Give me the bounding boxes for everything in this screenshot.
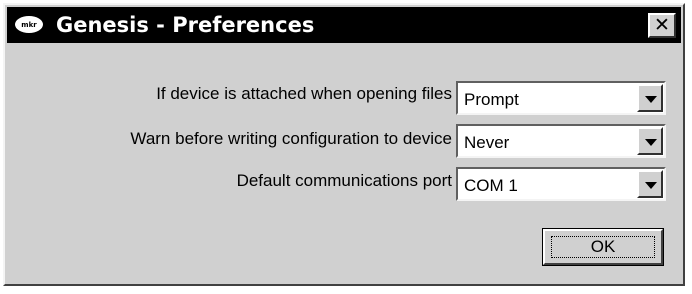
- attach-on-open-select[interactable]: Prompt: [456, 81, 666, 115]
- title-bar[interactable]: mkr Genesis - Preferences ✕: [7, 7, 681, 43]
- comm-port-label: Default communications port: [236, 171, 452, 190]
- chevron-down-icon[interactable]: [637, 170, 663, 198]
- warn-before-write-label: Warn before writing configuration to dev…: [130, 129, 452, 148]
- window-title: Genesis - Preferences: [56, 13, 315, 37]
- ok-button-label: OK: [551, 236, 655, 258]
- close-button[interactable]: ✕: [648, 13, 676, 38]
- comm-port-select[interactable]: COM 1: [456, 167, 666, 201]
- attach-on-open-label: If device is attached when opening files: [156, 84, 452, 103]
- warn-before-write-value: Never: [464, 133, 510, 152]
- close-icon: ✕: [654, 14, 670, 36]
- app-logo-icon: mkr: [15, 16, 43, 33]
- chevron-down-icon[interactable]: [637, 127, 663, 155]
- warn-before-write-select[interactable]: Never: [456, 124, 666, 158]
- ok-button[interactable]: OK: [542, 228, 664, 266]
- comm-port-value: COM 1: [464, 176, 518, 195]
- ok-button-bevel: OK: [543, 229, 663, 265]
- chevron-down-icon[interactable]: [637, 84, 663, 112]
- attach-on-open-value: Prompt: [464, 90, 519, 109]
- app-icon-text: mkr: [21, 20, 37, 29]
